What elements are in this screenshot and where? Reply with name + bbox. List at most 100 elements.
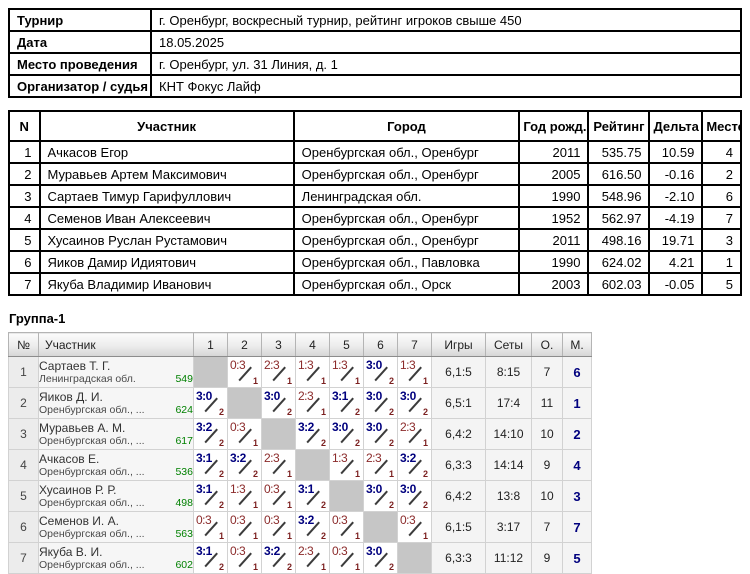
match-result-cell: 3:02 xyxy=(330,419,364,450)
match-score: 2:3 xyxy=(298,544,313,558)
match-score: 0:3 xyxy=(332,544,347,558)
participant-birthyear: 2011 xyxy=(519,229,588,251)
participant-number: 6 xyxy=(9,251,40,273)
match-result-cell: 0:31 xyxy=(330,543,364,574)
info-label-venue: Место проведения xyxy=(9,53,151,75)
participant-number: 3 xyxy=(9,185,40,207)
participant-rating: 498.16 xyxy=(588,229,649,251)
self-cell xyxy=(194,357,228,388)
group-col-number: № xyxy=(9,333,39,357)
group-row-number: 4 xyxy=(9,450,39,481)
participant-place: 3 xyxy=(702,229,741,251)
group-participant-cell: Ачкасов Е. Оренбургская обл., ...536 xyxy=(39,450,194,481)
group-row: 3 Муравьев А. М. Оренбургская обл., ...6… xyxy=(9,419,592,450)
participant-rating: 535.75 xyxy=(588,141,649,163)
info-value-tournament: г. Оренбург, воскресный турнир, рейтинг … xyxy=(151,9,741,31)
participant-birthyear: 1990 xyxy=(519,185,588,207)
match-score: 3:2 xyxy=(264,544,280,558)
match-result-cell: 3:22 xyxy=(262,543,296,574)
col-header-birthyear: Год рожд. xyxy=(519,111,588,141)
col-header-rating: Рейтинг xyxy=(588,111,649,141)
group-participant-rating: 624 xyxy=(175,404,193,417)
match-score: 3:0 xyxy=(366,482,382,496)
group-participant-rating: 602 xyxy=(175,559,193,572)
info-value-date: 18.05.2025 xyxy=(151,31,741,53)
participant-city: Оренбургская обл., Оренбург xyxy=(294,229,520,251)
group-participant-cell: Семенов И. А. Оренбургская обл., ...563 xyxy=(39,512,194,543)
group-participant-name: Семенов И. А. xyxy=(39,514,193,528)
participant-birthyear: 2005 xyxy=(519,163,588,185)
match-result-cell: 3:02 xyxy=(398,388,432,419)
match-result-cell: 2:31 xyxy=(296,388,330,419)
match-score: 1:3 xyxy=(332,451,347,465)
match-points: 2 xyxy=(423,500,428,510)
match-result-cell: 2:31 xyxy=(296,543,330,574)
group-col-3: 3 xyxy=(262,333,296,357)
match-result-cell: 0:31 xyxy=(262,481,296,512)
participant-row: 4 Семенов Иван Алексеевич Оренбургская о… xyxy=(9,207,741,229)
participant-name: Сартаев Тимур Гарифуллович xyxy=(40,185,294,207)
match-score: 0:3 xyxy=(230,358,245,372)
match-result-cell: 1:31 xyxy=(296,357,330,388)
self-cell xyxy=(364,512,398,543)
match-score: 2:3 xyxy=(264,358,279,372)
match-result-cell: 1:31 xyxy=(330,450,364,481)
games-cell: 6,1:5 xyxy=(432,512,486,543)
info-label-date: Дата xyxy=(9,31,151,53)
group-row: 2 Яиков Д. И. Оренбургская обл., ...624 … xyxy=(9,388,592,419)
match-points: 2 xyxy=(423,407,428,417)
match-points: 2 xyxy=(389,562,394,572)
match-points: 1 xyxy=(423,376,428,386)
match-score: 2:3 xyxy=(264,451,279,465)
self-cell xyxy=(262,419,296,450)
info-row: Турнир г. Оренбург, воскресный турнир, р… xyxy=(9,9,741,31)
group-participant-rating: 563 xyxy=(175,528,193,541)
points-cell: 10 xyxy=(532,419,563,450)
match-score: 2:3 xyxy=(298,389,313,403)
self-cell xyxy=(398,543,432,574)
group-col-7: 7 xyxy=(398,333,432,357)
match-score: 3:1 xyxy=(196,544,212,558)
group-col-5: 5 xyxy=(330,333,364,357)
group-participant-region: Оренбургская обл., ... xyxy=(39,404,145,417)
place-cell: 7 xyxy=(563,512,592,543)
sets-cell: 14:14 xyxy=(486,450,532,481)
match-result-cell: 0:31 xyxy=(262,512,296,543)
info-row: Организатор / судья КНТ Фокус Лайф xyxy=(9,75,741,97)
col-header-city: Город xyxy=(294,111,520,141)
participant-rating: 548.96 xyxy=(588,185,649,207)
games-cell: 6,4:2 xyxy=(432,419,486,450)
match-result-cell: 1:3 1 xyxy=(398,357,432,388)
group-participant-region: Оренбургская обл., ... xyxy=(39,497,145,510)
group-participant-name: Хусаинов Р. Р. xyxy=(39,483,193,497)
match-points: 1 xyxy=(253,562,258,572)
match-result-cell: 3:22 xyxy=(296,512,330,543)
match-points: 1 xyxy=(253,500,258,510)
group-participant-rating: 498 xyxy=(175,497,193,510)
match-points: 1 xyxy=(287,500,292,510)
match-points: 2 xyxy=(219,407,224,417)
sets-cell: 8:15 xyxy=(486,357,532,388)
match-result-cell: 3:12 xyxy=(296,481,330,512)
match-result-cell: 3:02 xyxy=(194,388,228,419)
match-result-cell: 3:02 xyxy=(364,388,398,419)
match-result-cell: 0:31 xyxy=(228,512,262,543)
match-result-cell: 3:22 xyxy=(296,419,330,450)
match-score: 0:3 xyxy=(230,513,245,527)
participants-table: N Участник Город Год рожд. Рейтинг Дельт… xyxy=(8,110,742,296)
group-row-number: 5 xyxy=(9,481,39,512)
points-cell: 9 xyxy=(532,450,563,481)
group-row: 6 Семенов И. А. Оренбургская обл., ...56… xyxy=(9,512,592,543)
participant-birthyear: 2011 xyxy=(519,141,588,163)
participant-city: Оренбургская обл., Орск xyxy=(294,273,520,295)
match-result-cell: 1:31 xyxy=(228,481,262,512)
match-points: 2 xyxy=(389,438,394,448)
match-result-cell: 3:22 xyxy=(398,450,432,481)
match-score: 3:2 xyxy=(298,420,314,434)
info-label-tournament: Турнир xyxy=(9,9,151,31)
match-score: 1:3 xyxy=(400,358,415,372)
participant-delta: -2.10 xyxy=(649,185,702,207)
group-participant-cell: Яиков Д. И. Оренбургская обл., ...624 xyxy=(39,388,194,419)
match-result-cell: 0:31 xyxy=(330,512,364,543)
group-participant-rating: 617 xyxy=(175,435,193,448)
